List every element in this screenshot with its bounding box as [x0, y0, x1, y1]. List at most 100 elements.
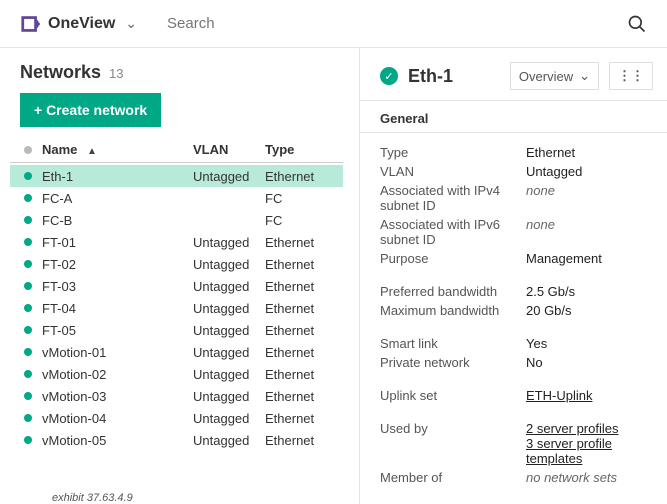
table-row[interactable]: FT-01UntaggedEthernet — [10, 231, 343, 253]
detail-value: Ethernet — [526, 145, 647, 160]
cell-name: vMotion-04 — [42, 411, 193, 426]
view-selector[interactable]: Overview ⌄ — [510, 62, 599, 90]
view-selector-label: Overview — [519, 69, 573, 84]
detail-header: ✓ Eth-1 Overview ⌄ ⋮⋮ — [360, 58, 667, 101]
app-header: OneView ⌄ — [0, 0, 667, 48]
table-row[interactable]: FC-BFC — [10, 209, 343, 231]
cell-name: vMotion-03 — [42, 389, 193, 404]
detail-value: 20 Gb/s — [526, 303, 647, 318]
detail-row: Private networkNo — [380, 355, 647, 370]
search-input[interactable] — [165, 14, 627, 33]
cell-type: Ethernet — [265, 301, 339, 316]
page-title-row: Networks 13 — [0, 58, 359, 93]
sort-asc-icon: ▲ — [87, 146, 97, 157]
cell-type: Ethernet — [265, 235, 339, 250]
cell-name: FC-A — [42, 191, 193, 206]
status-ok-icon — [24, 414, 32, 422]
cell-vlan: Untagged — [193, 301, 265, 316]
chevron-down-icon: ⌄ — [579, 68, 590, 84]
detail-row: PurposeManagement — [380, 251, 647, 266]
table-row[interactable]: FT-05UntaggedEthernet — [10, 319, 343, 341]
detail-title: Eth-1 — [408, 66, 453, 87]
cell-type: Ethernet — [265, 257, 339, 272]
detail-row: TypeEthernet — [380, 145, 647, 160]
status-ok-icon — [24, 326, 32, 334]
search-icon[interactable] — [627, 14, 647, 34]
table-row[interactable]: vMotion-01UntaggedEthernet — [10, 341, 343, 363]
detail-value: Yes — [526, 336, 647, 351]
detail-value: No — [526, 355, 647, 370]
cell-name: vMotion-01 — [42, 345, 193, 360]
page-title: Networks — [20, 62, 101, 83]
table-row[interactable]: vMotion-03UntaggedEthernet — [10, 385, 343, 407]
detail-row: Uplink setETH-Uplink — [380, 388, 647, 403]
status-ok-icon — [24, 392, 32, 400]
status-ok-icon — [24, 172, 32, 180]
detail-link[interactable]: ETH-Uplink — [526, 388, 647, 403]
status-ok-icon — [24, 282, 32, 290]
cell-vlan: Untagged — [193, 169, 265, 184]
actions-button[interactable]: ⋮⋮ — [609, 62, 653, 90]
detail-row: Smart linkYes — [380, 336, 647, 351]
table-row[interactable]: FC-A FC — [10, 187, 343, 209]
detail-row: VLANUntagged — [380, 164, 647, 179]
detail-link[interactable]: 3 server profile templates — [526, 436, 647, 466]
detail-value: Management — [526, 251, 647, 266]
table-row[interactable]: Eth-1UntaggedEthernet — [10, 165, 343, 187]
status-ok-icon — [24, 348, 32, 356]
cell-vlan: Untagged — [193, 235, 265, 250]
status-ok-icon — [24, 370, 32, 378]
app-logo[interactable]: OneView — [20, 13, 115, 35]
create-network-button[interactable]: + Create network — [20, 93, 161, 127]
cell-name: vMotion-02 — [42, 367, 193, 382]
cell-vlan: Untagged — [193, 411, 265, 426]
detail-value: none — [526, 183, 647, 198]
detail-value[interactable]: ETH-Uplink — [526, 388, 647, 403]
detail-key: Associated with IPv4 subnet ID — [380, 183, 526, 213]
detail-panel: ✓ Eth-1 Overview ⌄ ⋮⋮ General TypeEthern… — [360, 48, 667, 504]
detail-key: Uplink set — [380, 388, 526, 403]
status-column-icon[interactable] — [24, 146, 32, 154]
app-name: OneView — [48, 15, 115, 33]
cell-name: FT-04 — [42, 301, 193, 316]
oneview-logo-icon — [20, 13, 42, 35]
detail-value: none — [526, 217, 647, 232]
cell-vlan: Untagged — [193, 279, 265, 294]
network-list-panel: Networks 13 + Create network Name ▲ VLAN… — [0, 48, 360, 504]
cell-type: FC — [265, 191, 339, 206]
table-row[interactable]: vMotion-05UntaggedEthernet — [10, 429, 343, 451]
cell-vlan: Untagged — [193, 345, 265, 360]
detail-key: Maximum bandwidth — [380, 303, 526, 318]
cell-type: Ethernet — [265, 169, 339, 184]
column-name[interactable]: Name ▲ — [42, 142, 193, 157]
cell-name: Eth-1 — [42, 169, 193, 184]
status-ok-icon — [24, 304, 32, 312]
table-row[interactable]: vMotion-02UntaggedEthernet — [10, 363, 343, 385]
chevron-down-icon[interactable]: ⌄ — [125, 15, 137, 32]
cell-type: Ethernet — [265, 345, 339, 360]
cell-name: FC-B — [42, 213, 193, 228]
status-ok-icon — [24, 194, 32, 202]
exhibit-label: exhibit 37.63.4.9 — [0, 486, 359, 504]
detail-row: Used by2 server profiles3 server profile… — [380, 421, 647, 466]
cell-type: Ethernet — [265, 433, 339, 448]
table-row[interactable]: FT-02UntaggedEthernet — [10, 253, 343, 275]
cell-name: FT-05 — [42, 323, 193, 338]
status-ok-icon — [24, 436, 32, 444]
cell-vlan: Untagged — [193, 389, 265, 404]
detail-key: Associated with IPv6 subnet ID — [380, 217, 526, 247]
cell-type: Ethernet — [265, 411, 339, 426]
detail-row: Maximum bandwidth20 Gb/s — [380, 303, 647, 318]
detail-row: Associated with IPv6 subnet IDnone — [380, 217, 647, 247]
status-ok-icon: ✓ — [380, 67, 398, 85]
detail-row: Associated with IPv4 subnet IDnone — [380, 183, 647, 213]
table-row[interactable]: FT-04UntaggedEthernet — [10, 297, 343, 319]
column-vlan[interactable]: VLAN — [193, 142, 265, 157]
table-row[interactable]: FT-03UntaggedEthernet — [10, 275, 343, 297]
detail-key: VLAN — [380, 164, 526, 179]
column-type[interactable]: Type — [265, 142, 339, 157]
detail-row: Member ofno network sets — [380, 470, 647, 485]
table-row[interactable]: vMotion-04UntaggedEthernet — [10, 407, 343, 429]
cell-vlan: Untagged — [193, 323, 265, 338]
detail-link[interactable]: 2 server profiles — [526, 421, 647, 436]
